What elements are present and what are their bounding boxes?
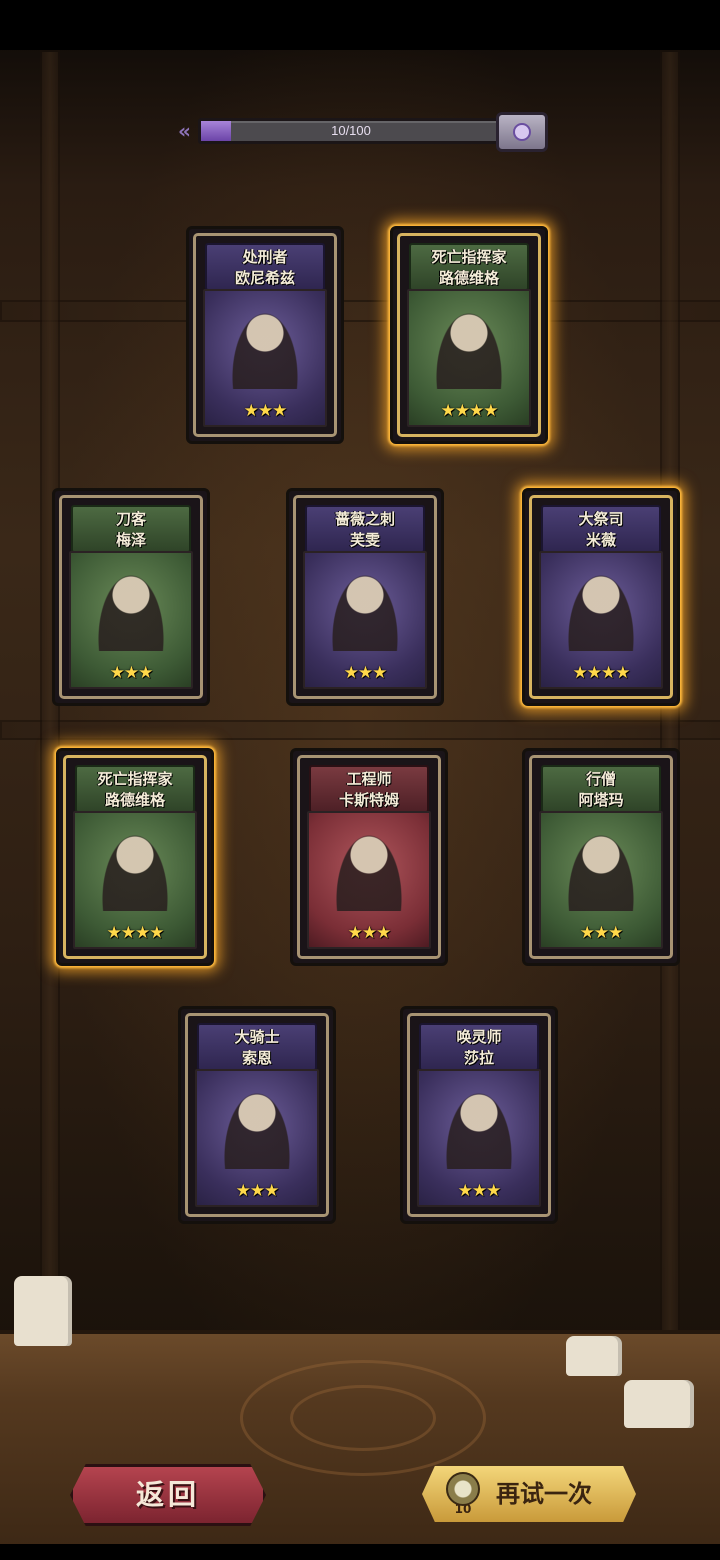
hero-name-plate: 工程师 卡斯特姆: [309, 765, 429, 813]
hero-figure-icon: [330, 571, 400, 651]
hero-title: 死亡指挥家: [97, 770, 173, 788]
star-rating: ★★★: [235, 1181, 280, 1201]
hero-card[interactable]: 大祭司米薇 ★★★★: [522, 488, 680, 706]
star-rating: ★★★: [347, 923, 392, 943]
hero-figure-icon: [566, 831, 636, 911]
hero-card[interactable]: 蔷薇之刺芙雯 ★★★: [286, 488, 444, 706]
star-rating: ★★★★: [572, 663, 631, 683]
hero-name: 阿塔玛: [578, 791, 624, 809]
summon-token-icon: [446, 1472, 480, 1506]
candle-decoration: [624, 1380, 694, 1428]
nav-bar-area: [0, 1544, 720, 1560]
hero-title: 死亡指挥家: [431, 248, 507, 266]
hero-name-plate: 死亡指挥家 路德维格: [409, 243, 529, 291]
hero-name-plate: 大祭司 米薇: [541, 505, 661, 553]
status-bar-area: [0, 0, 720, 50]
summon-results-screen: « 10/100 处刑者 欧尼希兹 ★★★ 死亡指挥家 路德维格 ★★★★ 刀客 梅泽…: [0, 0, 720, 1560]
hero-portrait: ★★★: [307, 811, 431, 949]
hero-portrait: ★★★★: [539, 551, 663, 689]
hero-card[interactable]: 行僧阿塔玛 ★★★: [522, 748, 680, 966]
hero-name: 芙雯: [349, 531, 380, 549]
candle-decoration: [566, 1336, 622, 1376]
star-rating: ★★★: [243, 401, 288, 421]
hero-portrait: ★★★: [69, 551, 193, 689]
retry-cost: 10: [454, 1502, 472, 1516]
hero-name: 路德维格: [104, 791, 165, 809]
star-rating: ★★★: [109, 663, 154, 683]
hero-title: 大祭司: [578, 510, 624, 528]
hero-portrait: ★★★: [417, 1069, 541, 1207]
hero-name: 路德维格: [438, 269, 499, 287]
hero-name: 米薇: [585, 531, 616, 549]
hero-figure-icon: [434, 309, 504, 389]
hero-name: 莎拉: [463, 1049, 494, 1067]
star-rating: ★★★★: [106, 923, 165, 943]
candle-decoration: [14, 1276, 72, 1346]
hero-name-plate: 唤灵师 莎拉: [419, 1023, 539, 1071]
star-rating: ★★★★: [440, 401, 499, 421]
hero-figure-icon: [230, 309, 300, 389]
hero-figure-icon: [222, 1089, 292, 1169]
background-beam: [0, 720, 720, 740]
hero-card[interactable]: 死亡指挥家路德维格 ★★★★: [56, 748, 214, 966]
hero-title: 刀客: [115, 510, 146, 528]
hero-card[interactable]: 刀客梅泽 ★★★: [52, 488, 210, 706]
hero-name: 梅泽: [115, 531, 146, 549]
hero-name: 索恩: [241, 1049, 272, 1067]
hero-figure-icon: [100, 831, 170, 911]
hero-portrait: ★★★: [539, 811, 663, 949]
hero-title: 蔷薇之刺: [334, 510, 395, 528]
hero-title: 大骑士: [234, 1028, 280, 1046]
star-rating: ★★★: [457, 1181, 502, 1201]
back-button[interactable]: 返回: [70, 1464, 266, 1526]
star-rating: ★★★: [579, 923, 624, 943]
table-rune-circle-inner: [290, 1385, 436, 1451]
hero-name-plate: 刀客 梅泽: [71, 505, 191, 553]
hero-card[interactable]: 大骑士索恩 ★★★: [178, 1006, 336, 1224]
hero-card[interactable]: 处刑者欧尼希兹 ★★★: [186, 226, 344, 444]
hero-card[interactable]: 唤灵师莎拉 ★★★: [400, 1006, 558, 1224]
hero-card[interactable]: 死亡指挥家路德维格 ★★★★: [390, 226, 548, 444]
progress-track: 10/100: [198, 118, 504, 144]
reward-chest-icon[interactable]: [496, 112, 548, 152]
hero-figure-icon: [566, 571, 636, 651]
hero-name: 卡斯特姆: [338, 791, 399, 809]
hero-figure-icon: [444, 1089, 514, 1169]
hero-title: 唤灵师: [456, 1028, 502, 1046]
progress-text: 10/100: [331, 123, 371, 138]
hero-figure-icon: [96, 571, 166, 651]
hero-portrait: ★★★: [303, 551, 427, 689]
hero-name-plate: 处刑者 欧尼希兹: [205, 243, 325, 291]
hero-name-plate: 行僧 阿塔玛: [541, 765, 661, 813]
hero-title: 处刑者: [242, 248, 288, 266]
hero-name-plate: 蔷薇之刺 芙雯: [305, 505, 425, 553]
hero-portrait: ★★★: [195, 1069, 319, 1207]
summon-progress-bar: « 10/100: [178, 112, 548, 152]
hero-name-plate: 大骑士 索恩: [197, 1023, 317, 1071]
hero-title: 行僧: [585, 770, 616, 788]
hero-card[interactable]: 工程师卡斯特姆 ★★★: [290, 748, 448, 966]
hero-name: 欧尼希兹: [234, 269, 295, 287]
hero-portrait: ★★★★: [73, 811, 197, 949]
hero-figure-icon: [334, 831, 404, 911]
hero-portrait: ★★★★: [407, 289, 531, 427]
hero-title: 工程师: [346, 770, 392, 788]
hero-name-plate: 死亡指挥家 路德维格: [75, 765, 195, 813]
hero-portrait: ★★★: [203, 289, 327, 427]
background-beam: [0, 300, 720, 322]
star-rating: ★★★: [343, 663, 388, 683]
